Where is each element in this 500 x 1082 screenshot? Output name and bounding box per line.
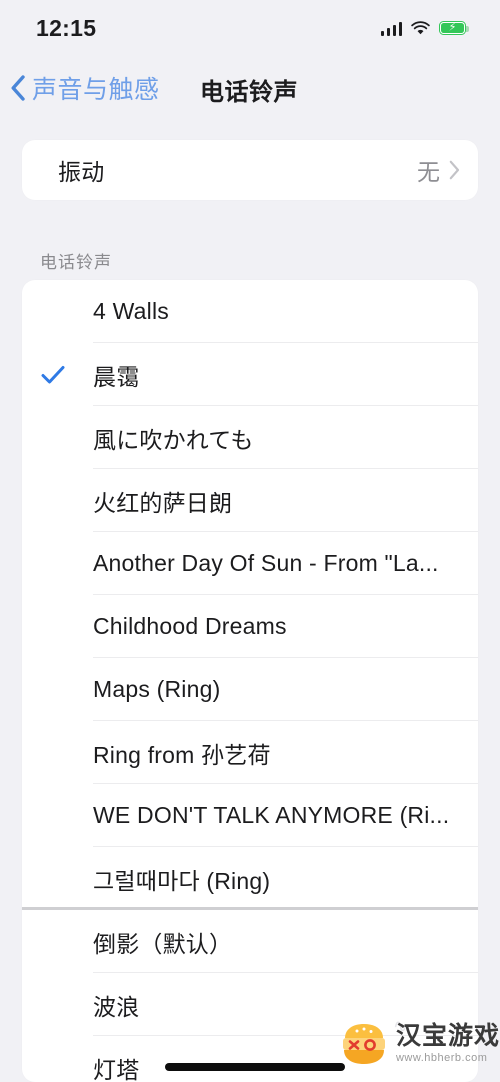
page-title: 电话铃声: [200, 79, 298, 106]
status-bar-time: 12:15: [36, 14, 97, 41]
ringtone-row[interactable]: 그럴때마다 (Ring): [22, 847, 478, 910]
ringtone-label: WE DON'T TALK ANYMORE (Ri...: [93, 802, 450, 828]
ringtone-label: 그럴때마다 (Ring): [93, 867, 271, 894]
watermark-title: 汉宝游戏: [395, 1022, 500, 1050]
ringtone-label: 晨霭: [93, 363, 140, 390]
ringtone-row[interactable]: 4 Walls: [22, 280, 478, 343]
burger-logo-icon: [339, 1022, 389, 1066]
ringtone-section-header: 电话铃声: [40, 253, 112, 272]
checkmark-icon: [41, 365, 65, 383]
ringtone-label: 4 Walls: [93, 298, 169, 324]
wifi-icon: [411, 20, 430, 36]
back-button[interactable]: 声音与触感: [10, 70, 160, 106]
watermark-text: 汉宝游戏 www.hbherb.com: [396, 1024, 500, 1064]
ringtone-row[interactable]: 火红的萨日朗: [22, 469, 478, 532]
vibration-card: 振动 无: [22, 140, 478, 200]
ringtone-label: 風に吹かれても: [93, 426, 254, 453]
chevron-right-icon: [449, 160, 460, 180]
ringtone-list-card: 4 Walls 晨霭風に吹かれても 火红的萨日朗 Another Day Of Sun…: [22, 280, 478, 1082]
vibration-value-group: 无: [417, 140, 460, 200]
ringtone-label: 倒影（默认）: [93, 930, 233, 957]
ringtone-row[interactable]: 倒影（默认）: [22, 910, 478, 973]
ringtone-label: 灯塔: [93, 1056, 140, 1082]
vibration-label: 振动: [58, 159, 105, 185]
ios-settings-ringtone-screen: 12:15 ⚡ 声音与触感 电话铃声 振动 无 电话铃声 4 Walls 晨霭 …: [0, 0, 500, 1082]
site-watermark: 汉宝游戏 www.hbherb.com: [339, 1022, 500, 1066]
ringtone-row[interactable]: WE DON'T TALK ANYMORE (Ri...: [22, 784, 478, 847]
ringtone-row[interactable]: Childhood Dreams: [22, 595, 478, 658]
status-bar-indicators: ⚡: [380, 20, 469, 36]
ringtone-row[interactable]: 風に吹かれても: [22, 406, 478, 469]
ringtone-label: Childhood Dreams: [93, 613, 287, 639]
back-button-label: 声音与触感: [32, 76, 160, 104]
vibration-row[interactable]: 振动 无: [22, 140, 478, 200]
navigation-bar: 声音与触感 电话铃声: [0, 62, 500, 118]
ringtone-label: Maps (Ring): [93, 676, 221, 702]
battery-charging-icon: ⚡: [439, 21, 469, 35]
ringtone-row[interactable]: Ring from 孙艺荷: [22, 721, 478, 784]
home-indicator[interactable]: [165, 1063, 345, 1071]
cellular-signal-icon: [380, 21, 402, 36]
chevron-left-icon: [10, 75, 26, 101]
status-bar: 12:15 ⚡: [0, 0, 500, 56]
ringtone-label: 火红的萨日朗: [93, 489, 233, 516]
ringtone-label: 波浪: [93, 993, 140, 1020]
vibration-value: 无: [417, 159, 440, 185]
ringtone-row[interactable]: Another Day Of Sun - From "La...: [22, 532, 478, 595]
ringtone-label: Another Day Of Sun - From "La...: [93, 550, 439, 576]
ringtone-label: Ring from 孙艺荷: [93, 741, 271, 768]
ringtone-group-custom: 4 Walls 晨霭風に吹かれても 火红的萨日朗 Another Day Of Sun…: [22, 280, 478, 910]
ringtone-row[interactable]: Maps (Ring): [22, 658, 478, 721]
ringtone-row[interactable]: 晨霭: [22, 343, 478, 406]
watermark-url: www.hbherb.com: [395, 1052, 488, 1064]
